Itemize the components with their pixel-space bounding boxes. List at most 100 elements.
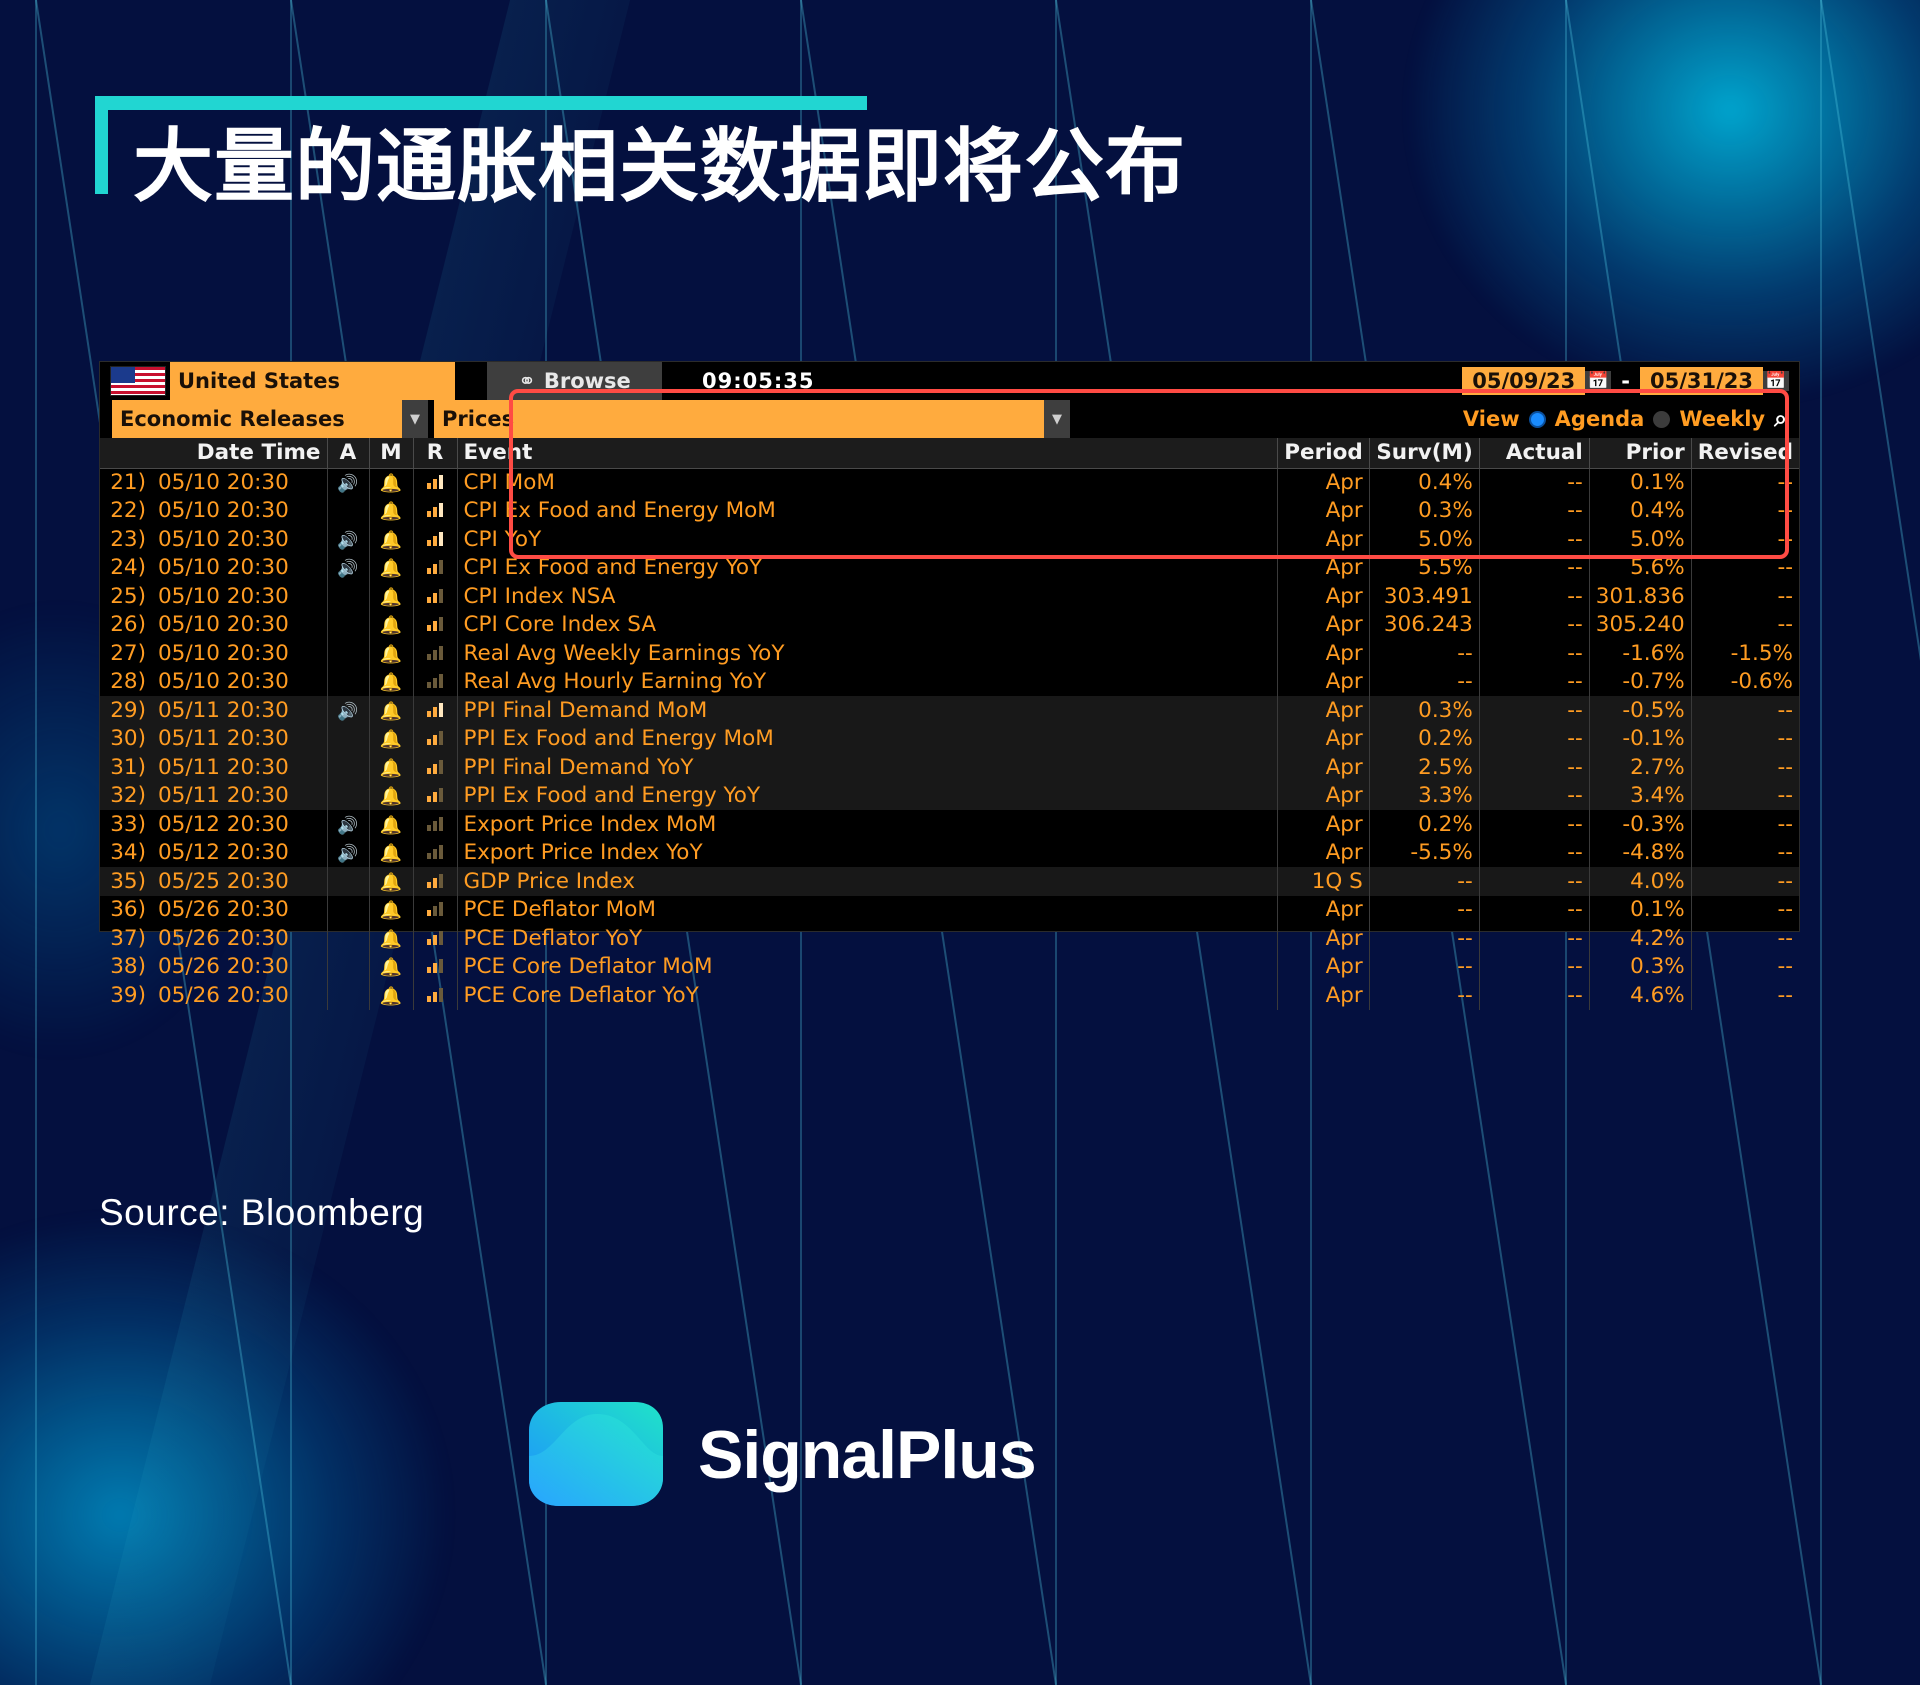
row-alert-audio[interactable]: 🔊 (327, 696, 370, 725)
row-alert-bell[interactable]: 🔔 (369, 838, 414, 867)
col-prior[interactable]: Prior (1589, 438, 1692, 469)
table-row[interactable]: 22) 05/10 20:30 🔔 CPI Ex Food and Energy Mo… (100, 496, 1799, 525)
row-alert-audio[interactable] (327, 667, 370, 696)
row-event[interactable]: PCE Deflator MoM (457, 895, 1279, 924)
row-event[interactable]: PCE Deflator YoY (457, 924, 1279, 953)
row-event[interactable]: Export Price Index YoY (457, 838, 1279, 867)
row-alert-bell[interactable]: 🔔 (369, 724, 414, 753)
row-alert-audio[interactable]: 🔊 (327, 468, 370, 497)
row-alert-bell[interactable]: 🔔 (369, 610, 414, 639)
row-alert-audio[interactable] (327, 924, 370, 953)
col-r[interactable]: R (413, 438, 458, 469)
row-alert-bell[interactable]: 🔔 (369, 468, 414, 497)
row-alert-bell[interactable]: 🔔 (369, 781, 414, 810)
col-survey[interactable]: Surv(M) (1369, 438, 1480, 469)
row-alert-audio[interactable] (327, 724, 370, 753)
row-event[interactable]: Real Avg Hourly Earning YoY (457, 667, 1279, 696)
category-field[interactable]: Prices (434, 400, 1044, 438)
table-row[interactable]: 39) 05/26 20:30 🔔 PCE Core Deflator YoY Apr -… (100, 981, 1799, 1010)
table-row[interactable]: 38) 05/26 20:30 🔔 PCE Core Deflator MoM Apr -… (100, 952, 1799, 981)
col-datetime[interactable]: Date Time (152, 438, 328, 469)
row-event[interactable]: CPI YoY (457, 525, 1279, 554)
row-alert-audio[interactable]: 🔊 (327, 810, 370, 839)
col-actual[interactable]: Actual (1479, 438, 1590, 469)
row-alert-bell[interactable]: 🔔 (369, 553, 414, 582)
chevron-down-icon-2[interactable]: ▼ (1044, 400, 1070, 438)
table-row[interactable]: 27) 05/10 20:30 🔔 Real Avg Weekly Earnings … (100, 639, 1799, 668)
col-event[interactable]: Event (457, 438, 1279, 469)
row-alert-audio[interactable] (327, 867, 370, 896)
row-alert-bell[interactable]: 🔔 (369, 582, 414, 611)
table-row[interactable]: 34) 05/12 20:30 🔊 🔔 Export Price Index YoY Ap… (100, 838, 1799, 867)
row-event[interactable]: PCE Core Deflator YoY (457, 981, 1279, 1010)
col-period[interactable]: Period (1277, 438, 1370, 469)
table-row[interactable]: 33) 05/12 20:30 🔊 🔔 Export Price Index MoM Ap… (100, 810, 1799, 839)
row-alert-audio[interactable] (327, 781, 370, 810)
table-row[interactable]: 32) 05/11 20:30 🔔 PPI Ex Food and Energy Yo… (100, 781, 1799, 810)
row-alert-audio[interactable] (327, 610, 370, 639)
radio-agenda-selected[interactable] (1528, 410, 1546, 428)
row-alert-bell[interactable]: 🔔 (369, 867, 414, 896)
row-alert-audio[interactable] (327, 582, 370, 611)
row-alert-bell[interactable]: 🔔 (369, 981, 414, 1010)
release-type-field[interactable]: Economic Releases (112, 400, 402, 438)
row-alert-audio[interactable]: 🔊 (327, 525, 370, 554)
col-a[interactable]: A (327, 438, 370, 469)
row-event[interactable]: PPI Final Demand YoY (457, 753, 1279, 782)
table-row[interactable]: 23) 05/10 20:30 🔊 🔔 CPI YoY Apr 5.0% -- 5.0% -- (100, 525, 1799, 554)
row-alert-audio[interactable] (327, 639, 370, 668)
row-alert-audio[interactable] (327, 952, 370, 981)
row-event[interactable]: Real Avg Weekly Earnings YoY (457, 639, 1279, 668)
table-row[interactable]: 36) 05/26 20:30 🔔 PCE Deflator MoM Apr -- -- 0.… (100, 895, 1799, 924)
table-row[interactable]: 28) 05/10 20:30 🔔 Real Avg Hourly Earning Y… (100, 667, 1799, 696)
row-alert-bell[interactable]: 🔔 (369, 810, 414, 839)
date-to-field[interactable]: 05/31/23 (1639, 367, 1763, 395)
row-alert-bell[interactable]: 🔔 (369, 753, 414, 782)
table-row[interactable]: 29) 05/11 20:30 🔊 🔔 PPI Final Demand MoM Apr 0… (100, 696, 1799, 725)
country-field[interactable]: United States (170, 362, 455, 400)
row-event[interactable]: PPI Ex Food and Energy YoY (457, 781, 1279, 810)
agenda-label[interactable]: Agenda (1555, 407, 1645, 431)
row-event[interactable]: CPI Ex Food and Energy YoY (457, 553, 1279, 582)
row-event[interactable]: PPI Final Demand MoM (457, 696, 1279, 725)
row-event[interactable]: CPI MoM (457, 468, 1279, 497)
row-alert-bell[interactable]: 🔔 (369, 696, 414, 725)
table-row[interactable]: 26) 05/10 20:30 🔔 CPI Core Index SA Apr 306.2… (100, 610, 1799, 639)
col-revised[interactable]: Revised (1691, 438, 1799, 469)
browse-button[interactable]: ⚭ Browse (487, 362, 662, 400)
row-alert-bell[interactable]: 🔔 (369, 639, 414, 668)
row-alert-audio[interactable]: 🔊 (327, 553, 370, 582)
row-event[interactable]: Export Price Index MoM (457, 810, 1279, 839)
row-alert-audio[interactable] (327, 753, 370, 782)
row-alert-bell[interactable]: 🔔 (369, 496, 414, 525)
row-alert-bell[interactable]: 🔔 (369, 667, 414, 696)
search-icon[interactable]: ⌕ (1774, 406, 1787, 432)
row-event[interactable]: PPI Ex Food and Energy MoM (457, 724, 1279, 753)
row-alert-audio[interactable] (327, 496, 370, 525)
table-row[interactable]: 35) 05/25 20:30 🔔 GDP Price Index 1Q S -- -- 4.… (100, 867, 1799, 896)
table-row[interactable]: 21) 05/10 20:30 🔊 🔔 CPI MoM Apr 0.4% -- 0.1% -- (100, 468, 1799, 497)
table-row[interactable]: 30) 05/11 20:30 🔔 PPI Ex Food and Energy Mo… (100, 724, 1799, 753)
weekly-label[interactable]: Weekly (1679, 407, 1765, 431)
date-from-field[interactable]: 05/09/23 (1462, 367, 1586, 395)
table-row[interactable]: 25) 05/10 20:30 🔔 CPI Index NSA Apr 303.491 --… (100, 582, 1799, 611)
calendar-to-icon[interactable]: 📅 (1763, 371, 1789, 391)
row-event[interactable]: CPI Index NSA (457, 582, 1279, 611)
row-event[interactable]: PCE Core Deflator MoM (457, 952, 1279, 981)
row-alert-audio[interactable] (327, 981, 370, 1010)
row-alert-bell[interactable]: 🔔 (369, 924, 414, 953)
row-alert-audio[interactable]: 🔊 (327, 838, 370, 867)
radio-weekly[interactable] (1653, 410, 1671, 428)
row-event[interactable]: CPI Ex Food and Energy MoM (457, 496, 1279, 525)
row-alert-bell[interactable]: 🔔 (369, 895, 414, 924)
row-event[interactable]: CPI Core Index SA (457, 610, 1279, 639)
table-row[interactable]: 31) 05/11 20:30 🔔 PPI Final Demand YoY Apr 2.… (100, 753, 1799, 782)
table-row[interactable]: 24) 05/10 20:30 🔊 🔔 CPI Ex Food and Energy Y… (100, 553, 1799, 582)
chevron-down-icon[interactable]: ▼ (402, 400, 428, 438)
row-alert-bell[interactable]: 🔔 (369, 525, 414, 554)
calendar-from-icon[interactable]: 📅 (1585, 371, 1612, 391)
col-m[interactable]: M (369, 438, 414, 469)
row-alert-bell[interactable]: 🔔 (369, 952, 414, 981)
row-alert-audio[interactable] (327, 895, 370, 924)
row-event[interactable]: GDP Price Index (457, 867, 1279, 896)
